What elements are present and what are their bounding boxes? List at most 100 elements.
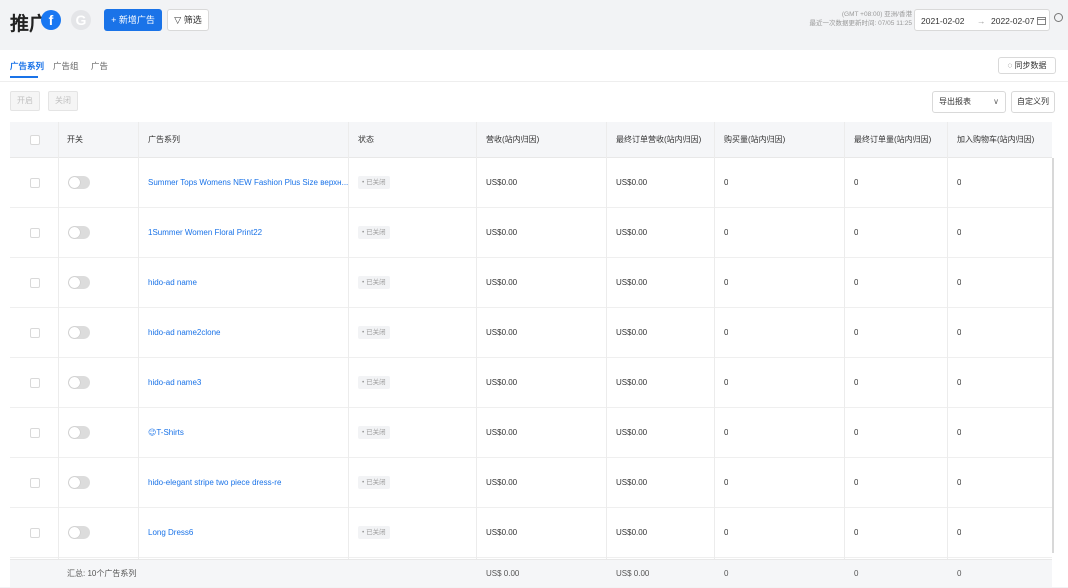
select-all-checkbox[interactable] (30, 135, 40, 145)
table-row: hido-ad name • 已关闭 US$0.00 US$0.00 0 0 0 (10, 258, 1052, 308)
row-checkbox[interactable] (30, 378, 40, 388)
column-divider (58, 122, 59, 559)
campaign-name-link[interactable]: Long Dress6 (148, 508, 348, 558)
export-label: 导出报表 (939, 97, 971, 106)
calendar-icon (1037, 17, 1046, 25)
filter-button[interactable]: ▽ 筛选 (167, 9, 209, 31)
cell-purchases: 0 (724, 178, 729, 187)
summary-final-revenue: US$ 0.00 (616, 569, 650, 578)
row-toggle-switch[interactable] (68, 526, 90, 539)
cell-add-to-cart: 0 (957, 378, 962, 387)
col-final-orders: 最终订单量(站内归因) (854, 135, 932, 144)
cell-purchases: 0 (724, 228, 729, 237)
row-toggle-switch[interactable] (68, 326, 90, 339)
campaign-name-link[interactable]: hido-ad name (148, 258, 348, 308)
row-toggle-switch[interactable] (68, 276, 90, 289)
status-badge: • 已关闭 (358, 226, 390, 239)
enable-button[interactable]: 开启 (10, 91, 40, 111)
cell-revenue: US$0.00 (486, 378, 518, 387)
campaign-name-link[interactable]: hido-ad name2clone (148, 308, 348, 358)
cell-final-revenue: US$0.00 (616, 528, 648, 537)
row-checkbox[interactable] (30, 228, 40, 238)
date-end: 2022-02-07 (991, 16, 1035, 26)
row-toggle-switch[interactable] (68, 176, 90, 189)
custom-columns-button[interactable]: 自定义列 (1011, 91, 1055, 113)
col-revenue: 营收(站内归因) (486, 135, 540, 144)
cell-revenue: US$0.00 (486, 278, 518, 287)
row-checkbox[interactable] (30, 478, 40, 488)
cell-final-orders: 0 (854, 378, 859, 387)
cell-revenue: US$0.00 (486, 478, 518, 487)
summary-final-orders: 0 (854, 569, 859, 578)
summary-purchases: 0 (724, 569, 729, 578)
campaign-name-link[interactable]: Summer Tops Womens NEW Fashion Plus Size… (148, 158, 348, 208)
table-row: Summer Tops Womens NEW Fashion Plus Size… (10, 158, 1052, 208)
table-row: 1Summer Women Floral Print22 • 已关闭 US$0.00… (10, 208, 1052, 258)
campaign-name-link[interactable]: hido-ad name3 (148, 358, 348, 408)
campaign-name-link[interactable]: 1Summer Women Floral Print22 (148, 208, 348, 258)
timezone-label: (GMT +08:00) 亚洲/香港 (841, 11, 912, 18)
status-badge: • 已关闭 (358, 426, 390, 439)
cell-final-orders: 0 (854, 178, 859, 187)
top-bar: 推广 f G + 新增广告 ▽ 筛选 (GMT +08:00) 亚洲/香港 最近… (0, 0, 1068, 44)
cell-add-to-cart: 0 (957, 428, 962, 437)
col-status: 状态 (358, 135, 374, 144)
column-divider (606, 122, 607, 559)
row-checkbox[interactable] (30, 278, 40, 288)
cell-add-to-cart: 0 (957, 478, 962, 487)
table-scrollbar[interactable] (1052, 158, 1054, 553)
cell-final-orders: 0 (854, 478, 859, 487)
row-checkbox[interactable] (30, 428, 40, 438)
row-toggle-switch[interactable] (68, 226, 90, 239)
main-panel: 广告系列 广告组 广告 ◌ 同步数据 开启 关闭 导出报表 ∨ 自定义列 开关 … (0, 50, 1068, 587)
google-icon[interactable]: G (71, 10, 91, 30)
row-checkbox[interactable] (30, 528, 40, 538)
campaign-name-link[interactable]: hido-elegant stripe two piece dress-re (148, 458, 348, 508)
cell-final-revenue: US$0.00 (616, 378, 648, 387)
cell-purchases: 0 (724, 528, 729, 537)
facebook-icon[interactable]: f (41, 10, 61, 30)
sync-data-button[interactable]: ◌ 同步数据 (998, 57, 1056, 74)
disable-button[interactable]: 关闭 (48, 91, 78, 111)
status-badge: • 已关闭 (358, 326, 390, 339)
summary-label: 汇总: 10个广告系列 (67, 569, 137, 578)
cell-final-revenue: US$0.00 (616, 478, 648, 487)
table-header: 开关 广告系列 状态 营收(站内归因) 最终订单营收(站内归因) 购买量(站内归… (10, 122, 1052, 158)
cell-final-orders: 0 (854, 278, 859, 287)
cell-final-revenue: US$0.00 (616, 228, 648, 237)
column-divider (947, 122, 948, 559)
campaign-name-link[interactable]: 😉T-Shirts (148, 408, 348, 458)
cell-final-orders: 0 (854, 228, 859, 237)
column-divider (138, 122, 139, 559)
tab-campaigns[interactable]: 广告系列 (10, 60, 44, 72)
row-checkbox[interactable] (30, 178, 40, 188)
col-final-revenue: 最终订单营收(站内归因) (616, 135, 702, 144)
cell-final-orders: 0 (854, 528, 859, 537)
last-update-label: 最近一次数据更新时间: 07/05 11:25 (809, 20, 912, 27)
export-report-select[interactable]: 导出报表 ∨ (932, 91, 1006, 113)
row-toggle-switch[interactable] (68, 476, 90, 489)
add-ad-button[interactable]: + 新增广告 (104, 9, 162, 31)
campaign-table: 开关 广告系列 状态 营收(站内归因) 最终订单营收(站内归因) 购买量(站内归… (10, 122, 1052, 587)
cell-revenue: US$0.00 (486, 428, 518, 437)
cell-add-to-cart: 0 (957, 328, 962, 337)
status-badge: • 已关闭 (358, 376, 390, 389)
cell-final-revenue: US$0.00 (616, 178, 648, 187)
row-toggle-switch[interactable] (68, 426, 90, 439)
cell-add-to-cart: 0 (957, 278, 962, 287)
cell-revenue: US$0.00 (486, 528, 518, 537)
tab-ads[interactable]: 广告 (91, 60, 108, 72)
cell-purchases: 0 (724, 378, 729, 387)
column-divider (348, 122, 349, 559)
clock-icon[interactable] (1054, 13, 1063, 22)
tab-adsets[interactable]: 广告组 (53, 60, 79, 72)
date-range-picker[interactable]: 2021-02-02 → 2022-02-07 (914, 9, 1050, 31)
row-toggle-switch[interactable] (68, 376, 90, 389)
summary-add-to-cart: 0 (957, 569, 962, 578)
summary-revenue: US$ 0.00 (486, 569, 520, 578)
column-divider (714, 122, 715, 559)
cell-final-revenue: US$0.00 (616, 328, 648, 337)
row-checkbox[interactable] (30, 328, 40, 338)
table-row: 😉T-Shirts • 已关闭 US$0.00 US$0.00 0 0 0 (10, 408, 1052, 458)
column-divider (844, 122, 845, 559)
